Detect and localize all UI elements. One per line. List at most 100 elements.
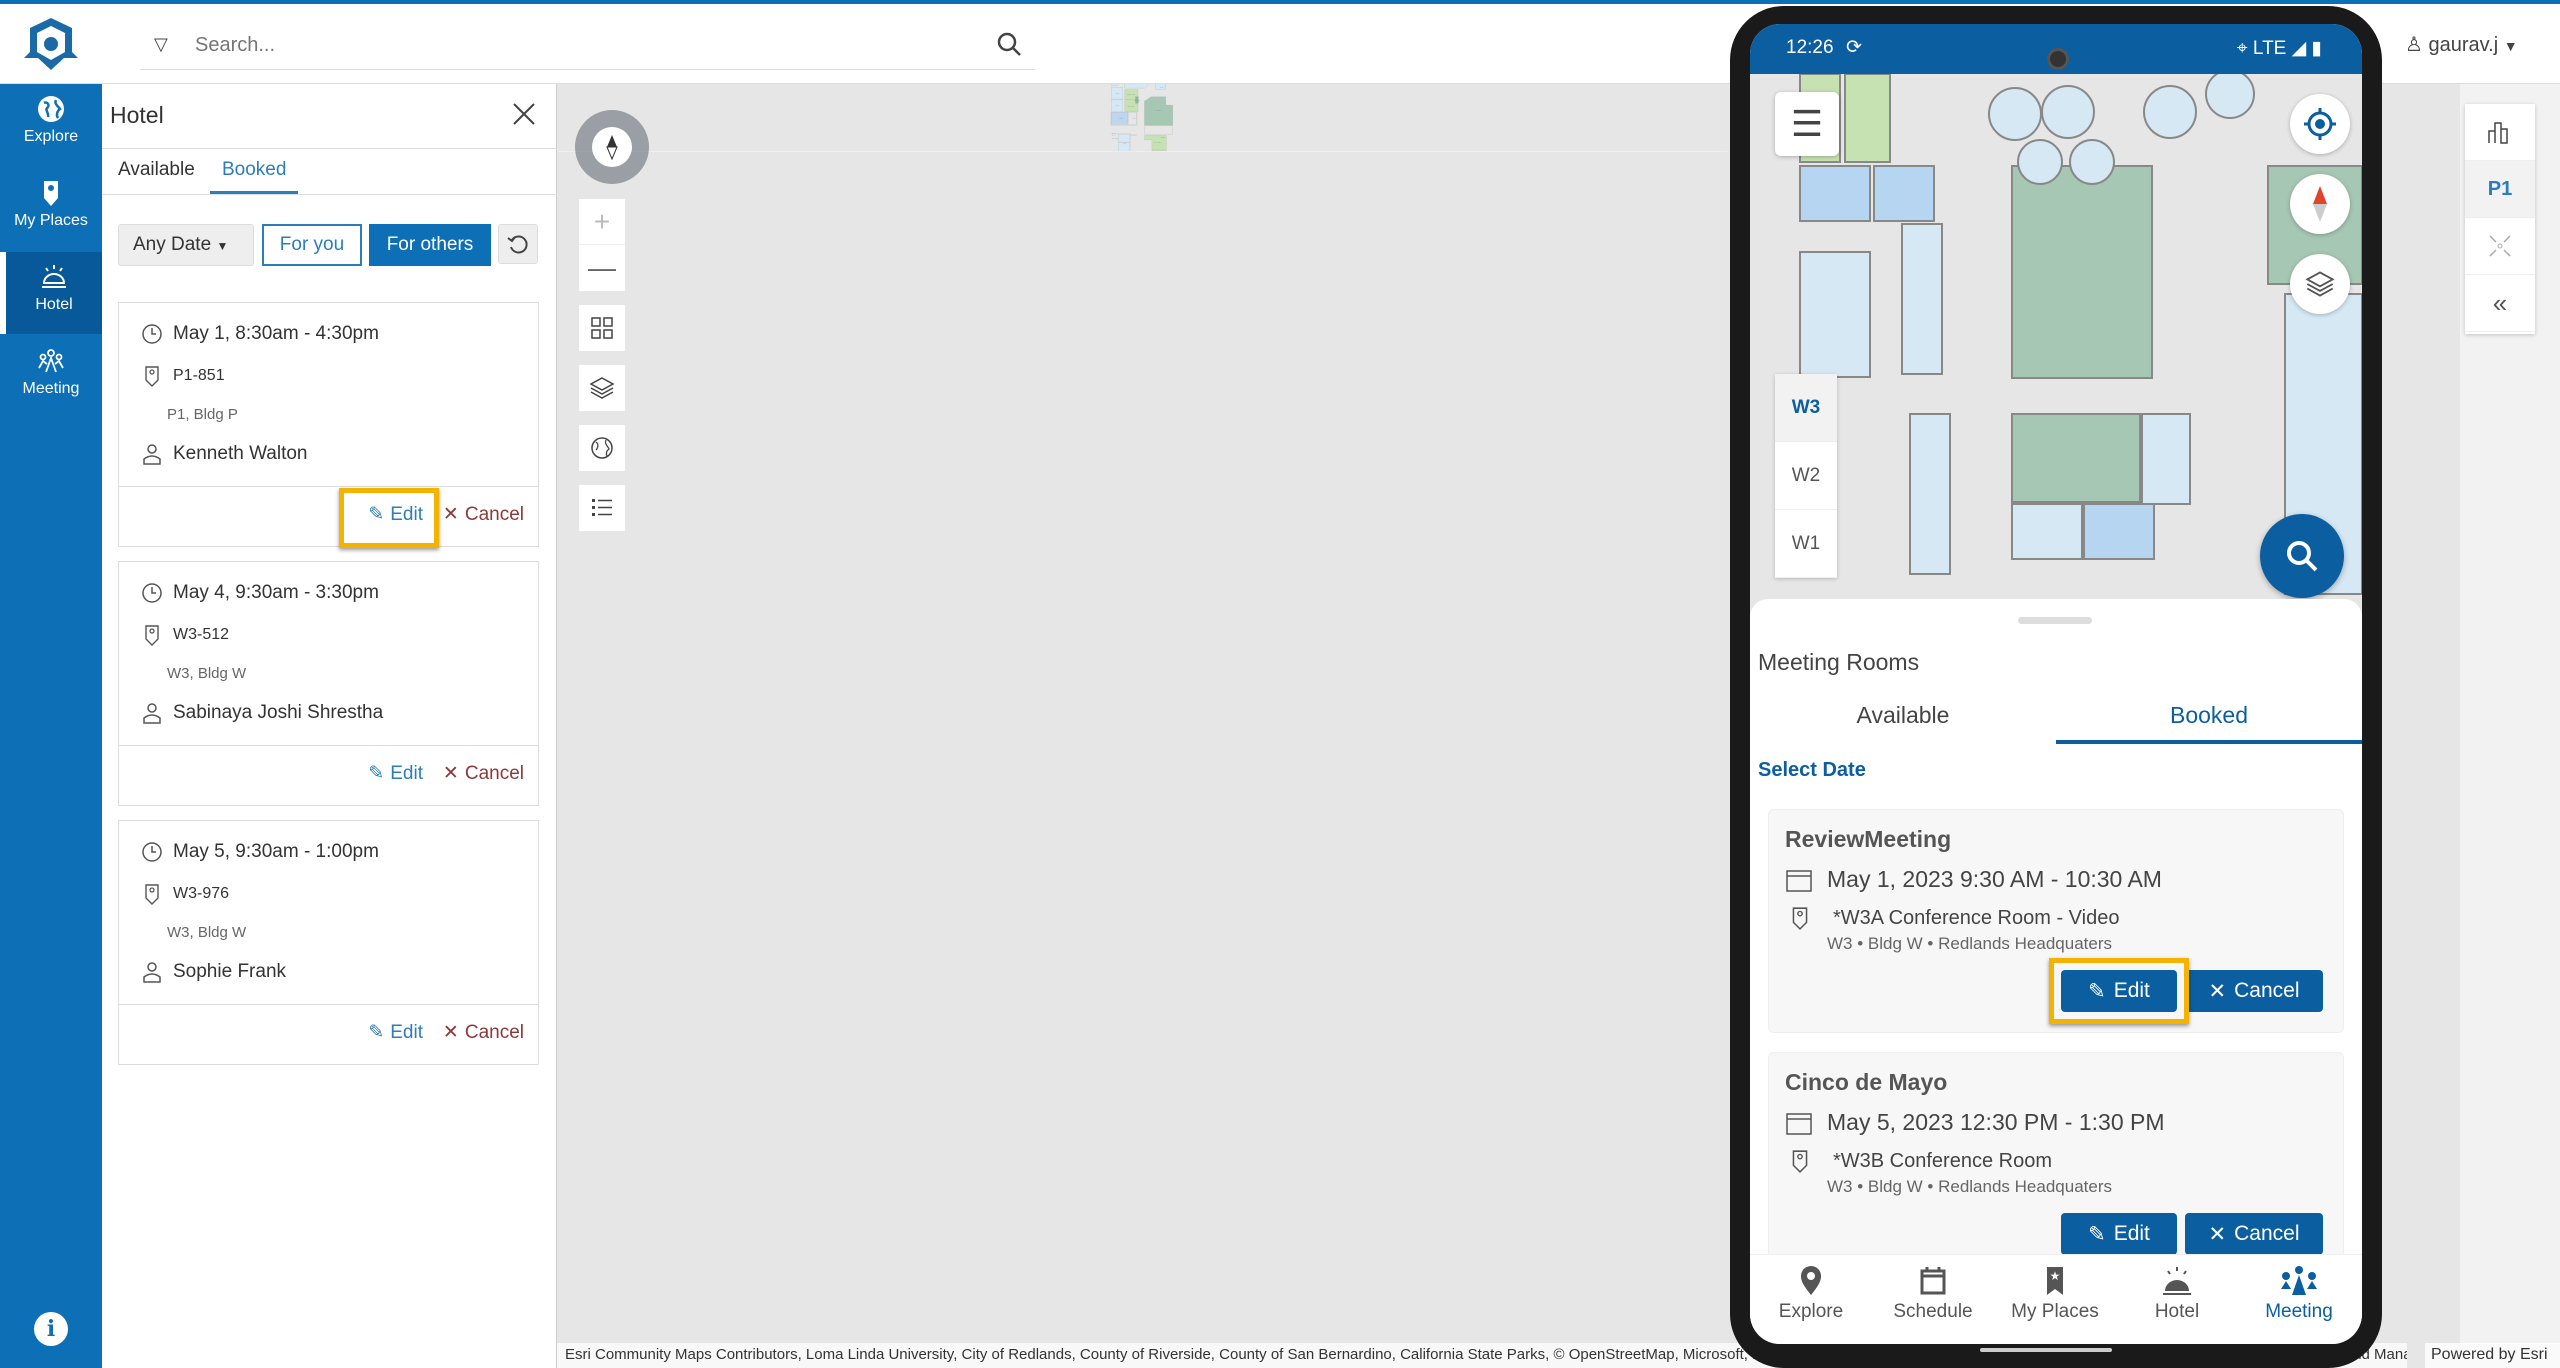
signal-icon: ◢ (2291, 38, 2307, 59)
left-nav: Explore My Places Hotel Meeting i (0, 84, 102, 1368)
room-shape[interactable] (1901, 223, 1943, 375)
room-shape[interactable] (1873, 165, 1935, 222)
select-date-link[interactable]: Select Date (1758, 759, 1866, 782)
legend-button[interactable] (579, 485, 625, 531)
tab-available[interactable]: Available (1750, 702, 2056, 744)
zoom-out-button[interactable]: — (579, 245, 625, 291)
floor-w2[interactable]: W2 (1775, 442, 1837, 510)
minus-icon: — (588, 252, 616, 283)
hamburger-menu-button[interactable]: ☰ (1775, 92, 1839, 156)
battery-icon: ▮ (2311, 38, 2322, 59)
date-dropdown[interactable]: Any Date ▼ (118, 224, 254, 266)
close-icon[interactable] (510, 100, 538, 128)
room-shape[interactable] (1111, 84, 1119, 86)
zoom-in-button[interactable]: + (579, 199, 625, 245)
cancel-button[interactable]: ✕ Cancel (443, 503, 524, 526)
floor-plan-map[interactable]: P1-885 P1-880 Women's - P1-865 Men's - P… (557, 84, 1727, 1349)
bottom-nav-explore[interactable]: Explore (1750, 1265, 1872, 1323)
user-menu[interactable]: ♙ gaurav.j ▼ (2405, 32, 2518, 57)
room-shape[interactable] (1124, 84, 1149, 89)
locate-button[interactable] (2290, 94, 2350, 154)
room-shape[interactable] (2011, 413, 2141, 503)
booking-card: May 1, 8:30am - 4:30pm P1-851 P1, Bldg P… (118, 302, 539, 547)
room-shape[interactable] (1844, 74, 1891, 163)
room-shape[interactable] (1118, 134, 1130, 143)
powered-by-esri[interactable]: Powered by Esri (2425, 1343, 2560, 1368)
room-shape[interactable] (2205, 74, 2255, 119)
bottom-nav-hotel[interactable]: Hotel (2116, 1265, 2238, 1323)
booking-actions: ✎ Edit ✕ Cancel (119, 486, 538, 546)
tab-booked[interactable]: Booked (210, 159, 299, 194)
layers-button[interactable] (579, 365, 625, 411)
room-shape[interactable] (1988, 87, 2042, 141)
edit-button[interactable]: ✎ Edit (2061, 1213, 2177, 1255)
phone-map[interactable]: ☰ W3 W2 W1 (1750, 74, 2362, 614)
basemap-gallery-button[interactable] (579, 305, 625, 351)
for-others-button[interactable]: For others (369, 224, 491, 266)
bottom-nav-meeting[interactable]: Meeting (2238, 1265, 2360, 1323)
room-shape[interactable] (1799, 251, 1871, 378)
floor-w1[interactable]: W1 (1775, 510, 1837, 578)
room-shape[interactable] (2011, 165, 2153, 379)
room-shape[interactable] (1151, 150, 1167, 152)
hotel-bell-icon (2163, 1267, 2191, 1295)
search-button[interactable] (2260, 514, 2344, 598)
cancel-button[interactable]: ✕ Cancel (2185, 1213, 2323, 1255)
room-shape[interactable] (2143, 85, 2197, 139)
room-shape[interactable] (2083, 503, 2155, 560)
room-shape[interactable] (1111, 112, 1128, 125)
room-shape[interactable] (1128, 112, 1137, 125)
info-icon[interactable]: i (34, 1312, 68, 1346)
cancel-button[interactable]: ✕ Cancel (2185, 970, 2323, 1012)
room-shape[interactable] (2041, 85, 2095, 139)
cancel-button[interactable]: ✕ Cancel (443, 762, 524, 785)
floor-w3[interactable]: W3 (1775, 374, 1837, 442)
meeting-people-icon (38, 349, 64, 373)
booking-person: Kenneth Walton (139, 443, 308, 465)
nav-item-hotel[interactable]: Hotel (0, 252, 102, 334)
room-shape[interactable] (1111, 99, 1123, 113)
globe-button[interactable] (579, 425, 625, 471)
person-icon (139, 961, 165, 983)
for-you-button[interactable]: For you (262, 224, 362, 266)
filter-icon[interactable]: ▽ (154, 34, 168, 55)
sync-icon: ⟳ (1846, 37, 1862, 58)
room-shape[interactable] (1111, 87, 1123, 100)
room-shape[interactable] (1135, 96, 1139, 104)
tab-booked[interactable]: Booked (2056, 702, 2362, 744)
collapse-floors-button[interactable] (2465, 218, 2535, 275)
globe-icon (591, 437, 613, 459)
bottom-nav-my-places[interactable]: ★ My Places (1994, 1265, 2116, 1323)
layers-button[interactable] (2290, 254, 2350, 314)
bottom-nav-schedule[interactable]: Schedule (1872, 1265, 1994, 1323)
edit-button[interactable]: ✎ Edit (368, 762, 423, 785)
buildings-button[interactable] (2465, 104, 2535, 161)
search-icon[interactable] (995, 30, 1025, 60)
app-logo[interactable] (20, 14, 82, 76)
room-shape[interactable] (2141, 413, 2191, 505)
cancel-button[interactable]: ✕ Cancel (443, 1021, 524, 1044)
room-shape[interactable] (1909, 413, 1951, 575)
room-shape[interactable] (1799, 165, 1871, 222)
room-shape[interactable] (2069, 139, 2115, 185)
room-shape[interactable] (2017, 139, 2063, 185)
compass-button[interactable] (575, 110, 649, 184)
map-pin-icon (1801, 1266, 1821, 1295)
tab-available[interactable]: Available (118, 159, 195, 191)
location-pin-icon (139, 365, 165, 387)
booking-location: W3, Bldg W (167, 665, 247, 682)
nav-item-meeting[interactable]: Meeting (0, 336, 102, 418)
edit-button[interactable]: ✎ Edit (368, 1021, 423, 1044)
room-shape[interactable] (1112, 133, 1116, 136)
current-floor-button[interactable]: P1 (2465, 161, 2535, 218)
refresh-button[interactable] (498, 224, 538, 264)
nav-item-explore[interactable]: Explore (0, 84, 102, 166)
room-shape[interactable] (1144, 125, 1173, 135)
nav-item-my-places[interactable]: My Places (0, 168, 102, 250)
room-shape[interactable] (2011, 503, 2083, 560)
expand-panel-button[interactable]: « (2465, 275, 2535, 332)
drag-handle[interactable] (2018, 617, 2092, 624)
search-input[interactable] (195, 30, 975, 60)
compass-button[interactable] (2290, 174, 2350, 234)
meeting-card: Cinco de Mayo May 5, 2023 12:30 PM - 1:3… (1768, 1052, 2344, 1276)
